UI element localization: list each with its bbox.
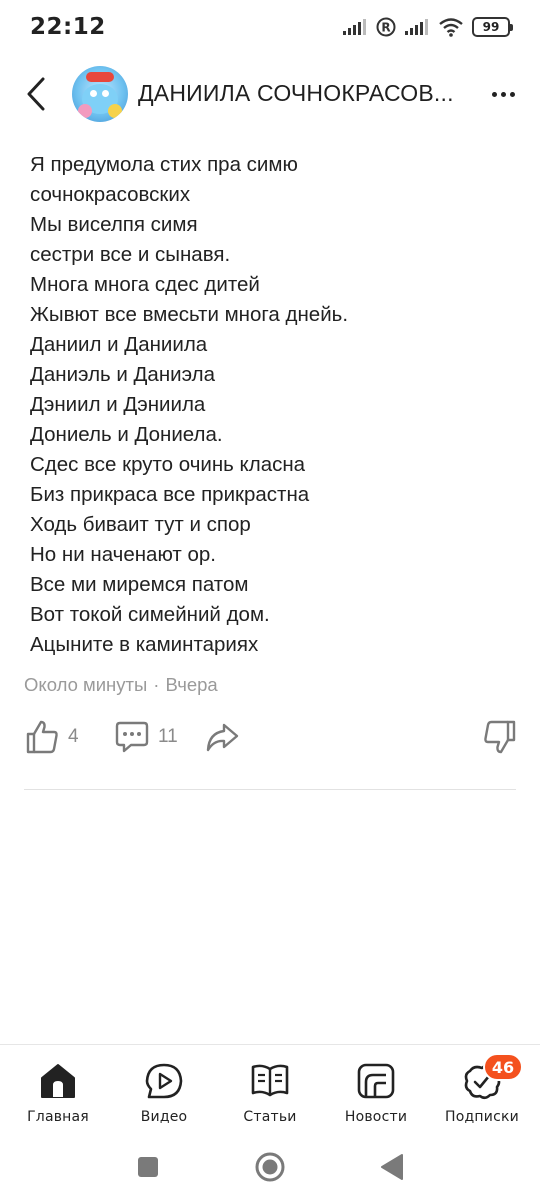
nav-label-video: Видео (140, 1109, 188, 1125)
post-line: Мы виселпя симя (30, 213, 198, 236)
share-arrow-icon (206, 723, 239, 752)
svg-text:R: R (381, 21, 390, 35)
comment-count: 11 (158, 726, 178, 747)
circle-icon (255, 1152, 285, 1182)
articles-icon (249, 1061, 291, 1101)
comments-button[interactable]: 11 (114, 714, 178, 760)
like-count: 4 (68, 726, 79, 747)
thumbs-up-icon (26, 720, 58, 754)
like-button[interactable]: 4 (24, 714, 79, 760)
channel-avatar[interactable] (72, 66, 128, 122)
nav-label-articles: Статьи (243, 1109, 297, 1125)
meta-separator: · (153, 674, 160, 695)
signal-icon-2 (405, 19, 428, 35)
post-line: Даниэль и Даниэла (30, 363, 215, 386)
nav-label-home: Главная (27, 1109, 89, 1125)
more-dot (509, 91, 515, 97)
subscriptions-badge: 46 (483, 1053, 523, 1081)
nav-item-home[interactable]: Главная (4, 1061, 112, 1125)
post-text: Я предумола стих пра симю сочнокрасовски… (30, 150, 520, 660)
video-icon (143, 1061, 185, 1101)
home-system-button[interactable] (253, 1150, 287, 1184)
post-line: Я предумола стих пра симю (30, 153, 298, 176)
back-button[interactable] (14, 70, 58, 118)
system-nav (0, 1132, 540, 1200)
post-line: Но ни наченают ор. (30, 543, 216, 566)
post-line: сочнокрасовских (30, 183, 191, 206)
post-line: Многа многа сдес дитей (30, 273, 260, 296)
signal-icon (343, 19, 366, 35)
comment-icon (115, 721, 149, 753)
post-line: Дониель и Дониела. (30, 423, 223, 446)
registered-icon: R (376, 17, 396, 37)
status-time: 22:12 (30, 14, 106, 40)
channel-title[interactable]: ДАНИИЛА СОЧНОКРАСОВ... (138, 80, 478, 107)
nav-label-news: Новости (344, 1109, 408, 1125)
read-time: Около минуты (24, 674, 148, 695)
nav-item-articles[interactable]: Статьи (216, 1061, 324, 1125)
divider (24, 789, 516, 790)
post-line: сестри все и сынавя. (30, 243, 231, 266)
nav-item-video[interactable]: Видео (110, 1061, 218, 1125)
post-line: Ходь биваит тут и спор (30, 513, 251, 536)
nav-item-news[interactable]: Новости (322, 1061, 430, 1125)
more-dot (500, 91, 506, 97)
more-dot (491, 91, 497, 97)
status-icons: R 99 (342, 17, 513, 37)
wifi-icon (439, 18, 463, 37)
triangle-back-icon (381, 1154, 403, 1180)
more-options-button[interactable] (488, 80, 518, 108)
post-line: Вот токой симейний дом. (30, 603, 270, 626)
post-date: Вчера (165, 674, 218, 695)
battery-indicator: 99 (472, 17, 513, 37)
dislike-button[interactable] (482, 714, 518, 760)
square-icon (138, 1157, 158, 1177)
post-line: Даниил и Даниила (30, 333, 208, 356)
bottom-nav: Главная Видео Статьи Новости 46 Подписки (0, 1044, 540, 1132)
post-meta: Около минуты · Вчера (24, 674, 218, 696)
post-line: Жывют все вмесьти многа днейь. (30, 303, 349, 326)
post-line: Биз прикраса все прикрастна (30, 483, 310, 506)
news-icon (355, 1061, 397, 1101)
post-line: Дэниил и Дэниила (30, 393, 206, 416)
thumbs-down-icon (484, 720, 516, 754)
status-bar: 22:12 R 99 (0, 0, 540, 58)
nav-label-subscriptions: Подписки (445, 1109, 519, 1125)
home-icon (37, 1061, 79, 1101)
post-line: Все ми миремся патом (30, 573, 249, 596)
chevron-left-icon (27, 77, 45, 111)
share-button[interactable] (204, 714, 240, 760)
post-header: ДАНИИЛА СОЧНОКРАСОВ... (0, 62, 540, 126)
battery-level: 99 (482, 20, 500, 34)
post-actions: 4 11 (24, 714, 518, 760)
recent-apps-button[interactable] (131, 1150, 165, 1184)
post-line: Сдес все круто очинь класна (30, 453, 306, 476)
subscriptions-icon: 46 (461, 1053, 523, 1101)
back-system-button[interactable] (375, 1150, 409, 1184)
nav-item-subscriptions[interactable]: 46 Подписки (428, 1053, 536, 1125)
post-line: Ацыните в каминтариях (30, 633, 259, 656)
